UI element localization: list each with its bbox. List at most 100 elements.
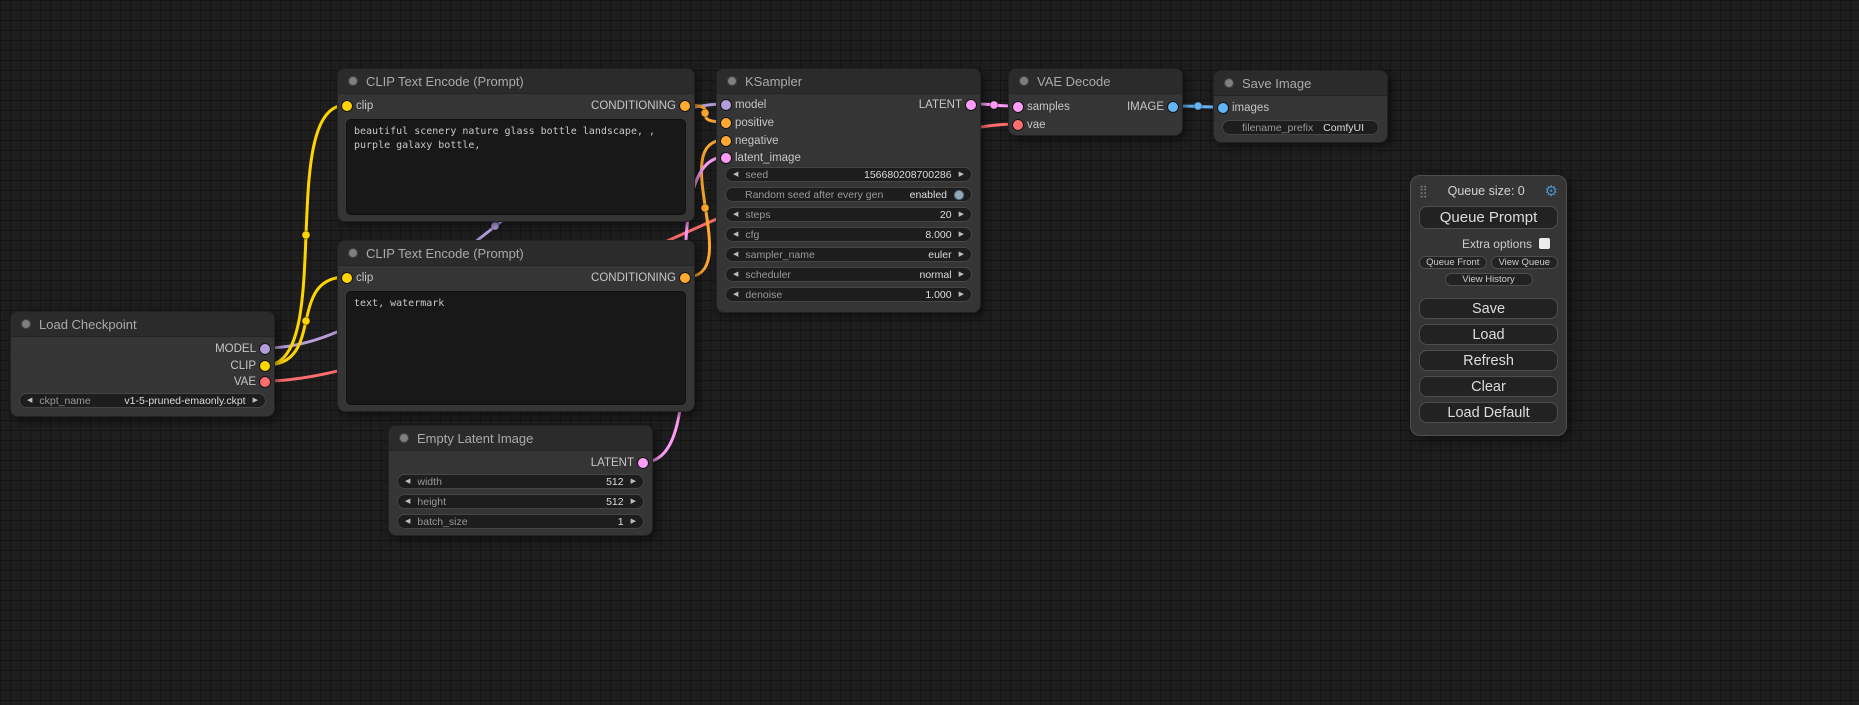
right-arrow-icon[interactable]: ▶ <box>959 288 964 301</box>
widget-batch-size[interactable]: ◀ batch_size 1 ▶ <box>397 514 644 529</box>
output-pin-conditioning[interactable] <box>680 273 690 283</box>
input-pin-images[interactable] <box>1218 103 1228 113</box>
left-arrow-icon[interactable]: ◀ <box>27 394 32 407</box>
left-arrow-icon[interactable]: ◀ <box>405 515 410 528</box>
node-title: VAE Decode <box>1037 74 1110 89</box>
left-arrow-icon[interactable]: ◀ <box>733 168 738 181</box>
widget-sampler-name[interactable]: ◀ sampler_name euler ▶ <box>725 247 972 262</box>
view-queue-button[interactable]: View Queue <box>1491 256 1559 269</box>
collapse-dot-icon[interactable] <box>727 76 737 86</box>
widget-denoise[interactable]: ◀ denoise 1.000 ▶ <box>725 287 972 302</box>
left-arrow-icon[interactable]: ◀ <box>733 208 738 221</box>
input-slot-label-images: images <box>1232 100 1269 116</box>
node-title: CLIP Text Encode (Prompt) <box>366 246 524 261</box>
input-pin-clip[interactable] <box>342 273 352 283</box>
right-arrow-icon[interactable]: ▶ <box>959 208 964 221</box>
right-arrow-icon[interactable]: ▶ <box>959 228 964 241</box>
widget-seed[interactable]: ◀ seed 156680208700286 ▶ <box>725 167 972 182</box>
widget-value: 20 <box>940 209 952 221</box>
widget-cfg[interactable]: ◀ cfg 8.000 ▶ <box>725 227 972 242</box>
view-history-button[interactable]: View History <box>1445 273 1533 286</box>
input-slot-label-clip: clip <box>356 270 373 286</box>
right-arrow-icon[interactable]: ▶ <box>959 248 964 261</box>
refresh-button[interactable]: Refresh <box>1419 350 1558 371</box>
widget-value: 156680208700286 <box>864 169 952 181</box>
right-arrow-icon[interactable]: ▶ <box>631 495 636 508</box>
input-pin-samples[interactable] <box>1013 102 1023 112</box>
output-pin-latent[interactable] <box>638 458 648 468</box>
input-pin-model[interactable] <box>721 100 731 110</box>
negative-prompt-textarea[interactable]: text, watermark <box>346 291 686 405</box>
collapse-dot-icon[interactable] <box>399 433 409 443</box>
node-empty-latent-image[interactable]: Empty Latent Image LATENT ◀ width 512 ▶ … <box>388 425 653 536</box>
output-pin-vae[interactable] <box>260 377 270 387</box>
node-title-bar[interactable]: CLIP Text Encode (Prompt) <box>338 241 694 266</box>
extra-options-label: Extra options <box>1462 237 1532 251</box>
node-title-bar[interactable]: KSampler <box>717 69 980 94</box>
widget-scheduler[interactable]: ◀ scheduler normal ▶ <box>725 267 972 282</box>
left-arrow-icon[interactable]: ◀ <box>405 495 410 508</box>
widget-width[interactable]: ◀ width 512 ▶ <box>397 474 644 489</box>
right-arrow-icon[interactable]: ▶ <box>631 475 636 488</box>
node-title-bar[interactable]: CLIP Text Encode (Prompt) <box>338 69 694 94</box>
widget-name: height <box>417 496 446 508</box>
node-vae-decode[interactable]: VAE Decode samples vae IMAGE <box>1008 68 1183 136</box>
input-pin-latent-image[interactable] <box>721 153 731 163</box>
drag-handle-icon[interactable]: ⣿ <box>1419 184 1428 198</box>
clear-button[interactable]: Clear <box>1419 376 1558 397</box>
left-arrow-icon[interactable]: ◀ <box>733 288 738 301</box>
output-pin-conditioning[interactable] <box>680 101 690 111</box>
widget-name: steps <box>745 209 770 221</box>
node-title: CLIP Text Encode (Prompt) <box>366 74 524 89</box>
output-pin-clip[interactable] <box>260 361 270 371</box>
save-button[interactable]: Save <box>1419 298 1558 319</box>
node-save-image[interactable]: Save Image images filename_prefix ComfyU… <box>1213 70 1388 143</box>
left-arrow-icon[interactable]: ◀ <box>405 475 410 488</box>
widget-value: v1-5-pruned-emaonly.ckpt <box>124 395 245 407</box>
widget-name: seed <box>745 169 768 181</box>
collapse-dot-icon[interactable] <box>21 319 31 329</box>
node-clip-text-encode-positive[interactable]: CLIP Text Encode (Prompt) clip CONDITION… <box>337 68 695 222</box>
widget-steps[interactable]: ◀ steps 20 ▶ <box>725 207 972 222</box>
input-pin-negative[interactable] <box>721 136 731 146</box>
widget-value: normal <box>920 269 952 281</box>
widget-name: cfg <box>745 229 759 241</box>
left-arrow-icon[interactable]: ◀ <box>733 268 738 281</box>
collapse-dot-icon[interactable] <box>348 248 358 258</box>
collapse-dot-icon[interactable] <box>1019 76 1029 86</box>
node-ksampler[interactable]: KSampler model positive negative latent_… <box>716 68 981 313</box>
left-arrow-icon[interactable]: ◀ <box>733 228 738 241</box>
node-clip-text-encode-negative[interactable]: CLIP Text Encode (Prompt) clip CONDITION… <box>337 240 695 412</box>
node-title-bar[interactable]: Load Checkpoint <box>11 312 274 337</box>
node-load-checkpoint[interactable]: Load Checkpoint MODEL CLIP VAE ◀ ckpt_na… <box>10 311 275 417</box>
right-arrow-icon[interactable]: ▶ <box>959 268 964 281</box>
widget-name: sampler_name <box>745 249 814 261</box>
extra-options-checkbox[interactable] <box>1539 238 1550 249</box>
collapse-dot-icon[interactable] <box>348 76 358 86</box>
right-arrow-icon[interactable]: ▶ <box>253 394 258 407</box>
left-arrow-icon[interactable]: ◀ <box>733 248 738 261</box>
load-button[interactable]: Load <box>1419 324 1558 345</box>
toggle-dot-icon[interactable] <box>954 190 964 200</box>
node-title-bar[interactable]: VAE Decode <box>1009 69 1182 94</box>
input-pin-vae[interactable] <box>1013 120 1023 130</box>
output-pin-image[interactable] <box>1168 102 1178 112</box>
load-default-button[interactable]: Load Default <box>1419 402 1558 423</box>
node-title-bar[interactable]: Empty Latent Image <box>389 426 652 451</box>
right-arrow-icon[interactable]: ▶ <box>631 515 636 528</box>
widget-height[interactable]: ◀ height 512 ▶ <box>397 494 644 509</box>
input-pin-clip[interactable] <box>342 101 352 111</box>
collapse-dot-icon[interactable] <box>1224 78 1234 88</box>
output-pin-model[interactable] <box>260 344 270 354</box>
settings-gear-icon[interactable]: ⚙ <box>1545 182 1558 200</box>
input-pin-positive[interactable] <box>721 118 731 128</box>
queue-front-button[interactable]: Queue Front <box>1419 256 1487 269</box>
widget-random-seed-toggle[interactable]: Random seed after every gen enabled <box>725 187 972 202</box>
node-title-bar[interactable]: Save Image <box>1214 71 1387 96</box>
right-arrow-icon[interactable]: ▶ <box>959 168 964 181</box>
output-pin-latent[interactable] <box>966 100 976 110</box>
queue-prompt-button[interactable]: Queue Prompt <box>1419 206 1558 229</box>
widget-filename-prefix[interactable]: filename_prefix ComfyUI <box>1222 120 1379 135</box>
positive-prompt-textarea[interactable]: beautiful scenery nature glass bottle la… <box>346 119 686 215</box>
widget-ckpt-name[interactable]: ◀ ckpt_name v1-5-pruned-emaonly.ckpt ▶ <box>19 393 266 408</box>
